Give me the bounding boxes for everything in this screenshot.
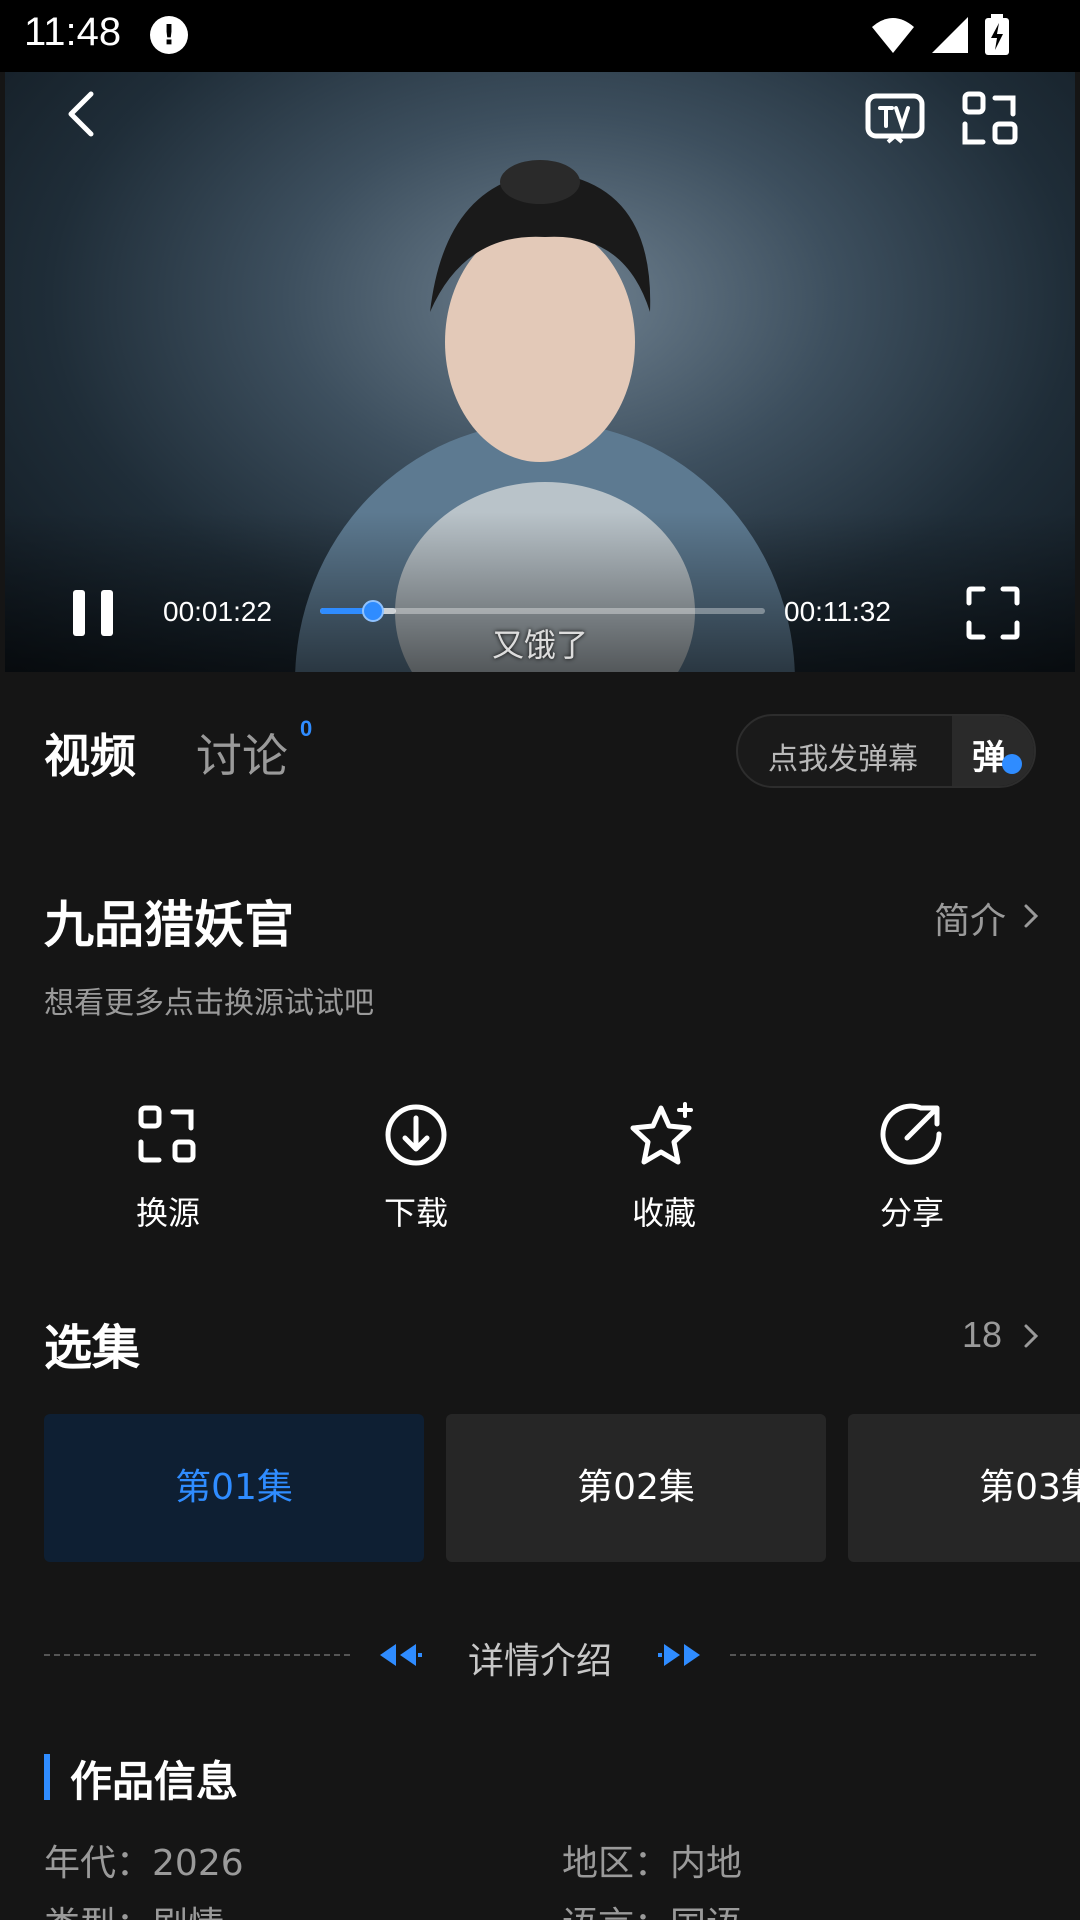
info-value: 剧情 — [152, 1905, 224, 1920]
progress-bar[interactable] — [320, 600, 765, 622]
divider-line — [730, 1654, 1036, 1656]
chevron-right-icon[interactable] — [1020, 900, 1042, 932]
episodes-title: 选集 — [44, 1320, 141, 1376]
info-accent-bar — [44, 1754, 50, 1800]
download-button[interactable]: 下载 — [336, 1100, 496, 1240]
action-label: 收藏 — [631, 1194, 696, 1232]
info-language: 语言：国语 — [562, 1896, 742, 1920]
action-row: 换源 下载 收藏 分享 — [0, 1100, 1080, 1240]
battery-charging-icon — [985, 14, 1009, 55]
episode-list: 第01集 第02集 第03集 — [44, 1414, 1080, 1562]
info-region: 地区：内地 — [562, 1834, 742, 1886]
info-value: 2026 — [152, 1843, 244, 1884]
intro-link[interactable]: 简介 — [934, 892, 1006, 944]
discuss-count-badge: 0 — [300, 716, 313, 741]
episode-item[interactable]: 第02集 — [446, 1414, 826, 1562]
share-button[interactable]: 分享 — [832, 1100, 992, 1240]
info-label: 语言： — [562, 1905, 670, 1920]
info-genre: 类型：剧情 — [44, 1896, 224, 1920]
forward-arrows-icon — [658, 1644, 700, 1666]
chevron-right-icon[interactable] — [1020, 1320, 1042, 1352]
back-icon[interactable] — [53, 84, 113, 144]
check-icon — [1002, 754, 1022, 774]
tab-discuss[interactable]: 讨论 — [196, 720, 288, 786]
details-divider: 详情介绍 — [44, 1628, 1036, 1684]
switch-source-icon — [138, 1105, 196, 1163]
info-value: 内地 — [670, 1843, 743, 1884]
signal-icon — [932, 17, 968, 53]
alert-icon: ! — [150, 16, 188, 54]
source-hint: 想看更多点击换源试试吧 — [44, 986, 374, 1021]
tab-bar: 视频 讨论 0 点我发弹幕 弹 — [0, 672, 1080, 832]
switch-icon[interactable] — [955, 84, 1025, 154]
danmaku-input[interactable]: 点我发弹幕 — [768, 734, 918, 778]
details-label: 详情介绍 — [467, 1641, 612, 1682]
action-label: 换源 — [135, 1194, 200, 1232]
progress-thumb[interactable] — [361, 600, 384, 622]
favorite-button[interactable]: 收藏 — [584, 1100, 744, 1240]
action-label: 分享 — [879, 1194, 944, 1232]
action-label: 下载 — [383, 1194, 448, 1232]
status-time: 11:48 — [24, 10, 122, 54]
info-title: 作品信息 — [70, 1757, 239, 1806]
danmaku-toggle-label: 弹 — [972, 738, 1006, 778]
download-icon — [385, 1104, 447, 1166]
danmaku-comment: 又饿了 — [491, 626, 588, 664]
info-year: 年代：2026 — [44, 1834, 244, 1886]
status-bar: 11:48 ! — [0, 0, 1080, 72]
status-icons — [870, 14, 1010, 56]
danmaku-toggle[interactable]: 弹 — [952, 716, 1034, 786]
show-title: 九品猎妖官 — [44, 896, 294, 954]
danmaku-input-box[interactable]: 点我发弹幕 弹 — [736, 714, 1036, 788]
info-value: 国语 — [670, 1905, 742, 1920]
tab-video[interactable]: 视频 — [44, 720, 136, 786]
episodes-count[interactable]: 18 — [962, 1314, 1002, 1356]
episode-item[interactable]: 第03集 — [848, 1414, 1080, 1562]
info-label: 类型： — [44, 1905, 152, 1920]
wifi-icon — [872, 18, 914, 53]
star-icon — [630, 1102, 693, 1165]
switch-source-button[interactable]: 换源 — [88, 1100, 248, 1240]
info-label: 年代： — [44, 1843, 153, 1884]
episode-item[interactable]: 第01集 — [44, 1414, 424, 1562]
info-label: 地区： — [562, 1843, 671, 1884]
tv-cast-icon[interactable] — [860, 84, 930, 154]
video-player[interactable]: 00:01:22 00:11:32 又饿了 — [5, 72, 1075, 672]
share-icon — [880, 1103, 942, 1165]
